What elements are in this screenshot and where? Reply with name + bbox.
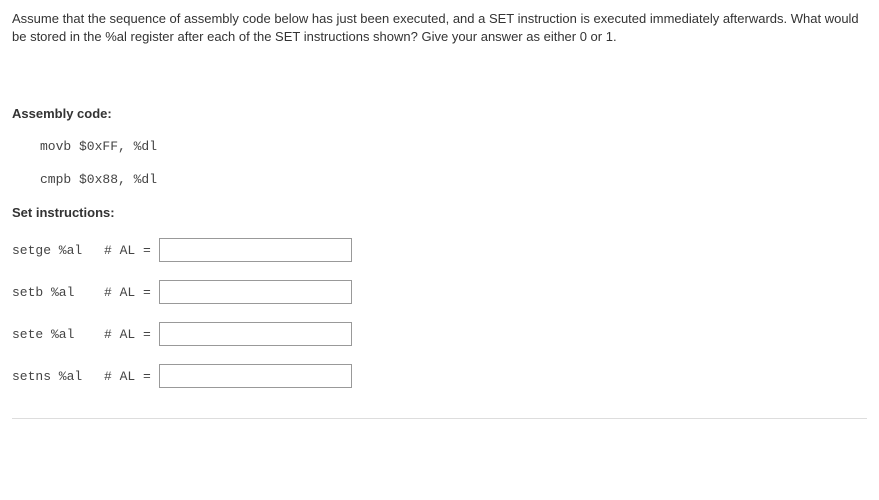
al-equals-label: # AL = xyxy=(104,243,151,258)
assembly-code-label: Assembly code: xyxy=(12,106,867,121)
set-row: setns %al # AL = xyxy=(12,364,867,388)
set-row: sete %al # AL = xyxy=(12,322,867,346)
set-row: setge %al # AL = xyxy=(12,238,867,262)
answer-input-setb[interactable] xyxy=(159,280,352,304)
set-instruction: sete %al xyxy=(12,327,104,342)
al-equals-label: # AL = xyxy=(104,285,151,300)
code-line-2: cmpb $0x88, %dl xyxy=(40,172,867,187)
set-instruction: setns %al xyxy=(12,369,104,384)
divider xyxy=(12,418,867,419)
al-equals-label: # AL = xyxy=(104,327,151,342)
set-instruction: setb %al xyxy=(12,285,104,300)
set-row: setb %al # AL = xyxy=(12,280,867,304)
set-instructions-label: Set instructions: xyxy=(12,205,867,220)
answer-input-setns[interactable] xyxy=(159,364,352,388)
answer-input-sete[interactable] xyxy=(159,322,352,346)
set-instruction: setge %al xyxy=(12,243,104,258)
code-line-1: movb $0xFF, %dl xyxy=(40,139,867,154)
question-text: Assume that the sequence of assembly cod… xyxy=(12,10,867,46)
answer-input-setge[interactable] xyxy=(159,238,352,262)
al-equals-label: # AL = xyxy=(104,369,151,384)
